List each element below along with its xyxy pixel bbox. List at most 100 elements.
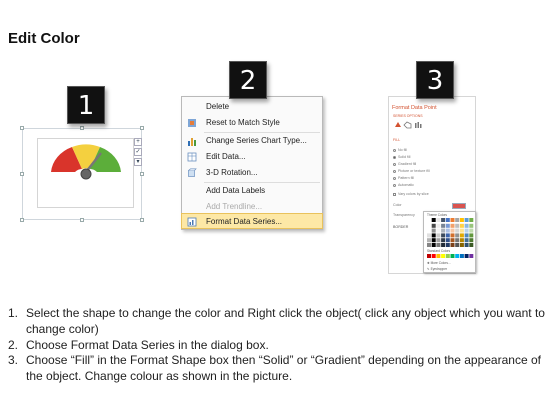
color-swatch[interactable] bbox=[427, 218, 431, 222]
color-swatch[interactable] bbox=[445, 223, 450, 228]
color-swatch[interactable] bbox=[441, 243, 446, 247]
pane-subtitle[interactable]: SERIES OPTIONS bbox=[393, 114, 423, 118]
color-swatch[interactable] bbox=[455, 218, 460, 222]
more-colors-option[interactable]: ✚ More Colors... bbox=[427, 261, 451, 265]
color-swatch[interactable] bbox=[436, 254, 441, 258]
color-swatch[interactable] bbox=[445, 238, 450, 243]
color-swatch[interactable] bbox=[450, 228, 455, 233]
color-swatch[interactable] bbox=[455, 223, 460, 228]
color-swatch[interactable] bbox=[431, 238, 436, 243]
color-swatch[interactable] bbox=[436, 238, 441, 243]
color-swatch[interactable] bbox=[464, 233, 469, 238]
chart-elements-button[interactable]: + bbox=[134, 138, 142, 146]
color-swatch[interactable] bbox=[455, 238, 460, 243]
color-swatch[interactable] bbox=[464, 254, 469, 258]
series-options-icon[interactable] bbox=[415, 123, 417, 128]
selection-handle[interactable] bbox=[20, 172, 24, 176]
color-swatch[interactable] bbox=[450, 238, 455, 243]
color-swatch[interactable] bbox=[427, 223, 431, 228]
color-swatch[interactable] bbox=[445, 233, 450, 238]
gauge-chart[interactable] bbox=[38, 139, 135, 209]
color-swatch[interactable] bbox=[441, 228, 446, 233]
color-swatch[interactable] bbox=[459, 228, 464, 233]
menu-item-reset-style[interactable]: Reset to Match Style bbox=[182, 115, 322, 131]
color-swatch[interactable] bbox=[459, 218, 464, 222]
color-swatch[interactable] bbox=[469, 223, 474, 228]
effects-icon[interactable] bbox=[403, 121, 412, 129]
color-swatch[interactable] bbox=[441, 223, 446, 228]
color-swatch[interactable] bbox=[464, 228, 469, 233]
color-swatch[interactable] bbox=[469, 243, 474, 247]
color-swatch[interactable] bbox=[464, 223, 469, 228]
menu-item-change-chart-type[interactable]: Change Series Chart Type... bbox=[182, 133, 322, 149]
color-swatch[interactable] bbox=[469, 238, 474, 243]
color-swatch[interactable] bbox=[436, 233, 441, 238]
color-swatch[interactable] bbox=[427, 254, 431, 258]
gauge-chart-area[interactable] bbox=[37, 138, 134, 208]
selection-handle[interactable] bbox=[140, 218, 144, 222]
color-swatch[interactable] bbox=[445, 228, 450, 233]
menu-item-edit-data[interactable]: Edit Data... bbox=[182, 149, 322, 165]
menu-item-format-data-series[interactable]: Format Data Series... bbox=[181, 213, 323, 229]
color-swatch[interactable] bbox=[459, 223, 464, 228]
color-swatch[interactable] bbox=[450, 243, 455, 247]
fill-color-button[interactable] bbox=[452, 203, 466, 209]
color-swatch[interactable] bbox=[427, 238, 431, 243]
fill-option-gradient[interactable]: Gradient fill bbox=[393, 162, 416, 166]
theme-color-swatches[interactable] bbox=[427, 218, 475, 248]
selection-handle[interactable] bbox=[140, 126, 144, 130]
color-swatch[interactable] bbox=[441, 254, 446, 258]
color-swatch[interactable] bbox=[441, 233, 446, 238]
selection-handle[interactable] bbox=[20, 126, 24, 130]
vary-colors-checkbox[interactable]: Vary colors by slice bbox=[393, 192, 429, 196]
eyedropper-option[interactable]: ✎ Eyedropper bbox=[427, 267, 447, 271]
color-swatch[interactable] bbox=[469, 218, 474, 222]
color-swatch[interactable] bbox=[431, 228, 436, 233]
standard-color-swatches[interactable] bbox=[427, 254, 475, 259]
color-swatch[interactable] bbox=[436, 228, 441, 233]
color-swatch[interactable] bbox=[450, 233, 455, 238]
color-swatch[interactable] bbox=[431, 254, 436, 258]
fill-option-pattern[interactable]: Pattern fill bbox=[393, 176, 414, 180]
selection-handle[interactable] bbox=[140, 172, 144, 176]
fill-option-none[interactable]: No fill bbox=[393, 148, 407, 152]
color-swatch[interactable] bbox=[469, 254, 474, 258]
color-swatch[interactable] bbox=[441, 238, 446, 243]
menu-item-3d-rotation[interactable]: 3-D Rotation... bbox=[182, 165, 322, 181]
color-swatch[interactable] bbox=[459, 233, 464, 238]
color-swatch[interactable] bbox=[459, 238, 464, 243]
fill-option-automatic[interactable]: Automatic bbox=[393, 183, 414, 187]
color-swatch[interactable] bbox=[436, 223, 441, 228]
color-swatch[interactable] bbox=[445, 243, 450, 247]
fill-section-header[interactable]: FILL bbox=[393, 138, 400, 142]
color-swatch[interactable] bbox=[459, 243, 464, 247]
border-section-header[interactable]: BORDER bbox=[393, 225, 408, 229]
color-swatch[interactable] bbox=[455, 233, 460, 238]
menu-item-delete[interactable]: Delete bbox=[182, 99, 322, 115]
color-swatch[interactable] bbox=[431, 243, 436, 247]
color-swatch[interactable] bbox=[455, 228, 460, 233]
color-swatch[interactable] bbox=[431, 218, 436, 222]
color-swatch[interactable] bbox=[436, 243, 441, 247]
selection-handle[interactable] bbox=[80, 126, 84, 130]
color-swatch[interactable] bbox=[427, 228, 431, 233]
color-swatch[interactable] bbox=[464, 243, 469, 247]
color-swatch[interactable] bbox=[455, 254, 460, 258]
chart-styles-button[interactable]: ✓ bbox=[134, 148, 142, 156]
color-swatch[interactable] bbox=[445, 254, 450, 258]
fill-option-picture[interactable]: Picture or texture fill bbox=[393, 169, 430, 173]
fill-option-solid[interactable]: Solid fill bbox=[393, 155, 410, 159]
color-swatch[interactable] bbox=[464, 238, 469, 243]
color-swatch[interactable] bbox=[450, 223, 455, 228]
color-swatch[interactable] bbox=[431, 223, 436, 228]
color-swatch[interactable] bbox=[441, 218, 446, 222]
color-swatch[interactable] bbox=[459, 254, 464, 258]
color-swatch[interactable] bbox=[445, 218, 450, 222]
color-swatch[interactable] bbox=[436, 218, 441, 222]
color-swatch[interactable] bbox=[469, 228, 474, 233]
color-swatch[interactable] bbox=[427, 243, 431, 247]
color-swatch[interactable] bbox=[450, 254, 455, 258]
fill-line-icon[interactable] bbox=[395, 122, 401, 127]
selection-handle[interactable] bbox=[20, 218, 24, 222]
selection-handle[interactable] bbox=[80, 218, 84, 222]
